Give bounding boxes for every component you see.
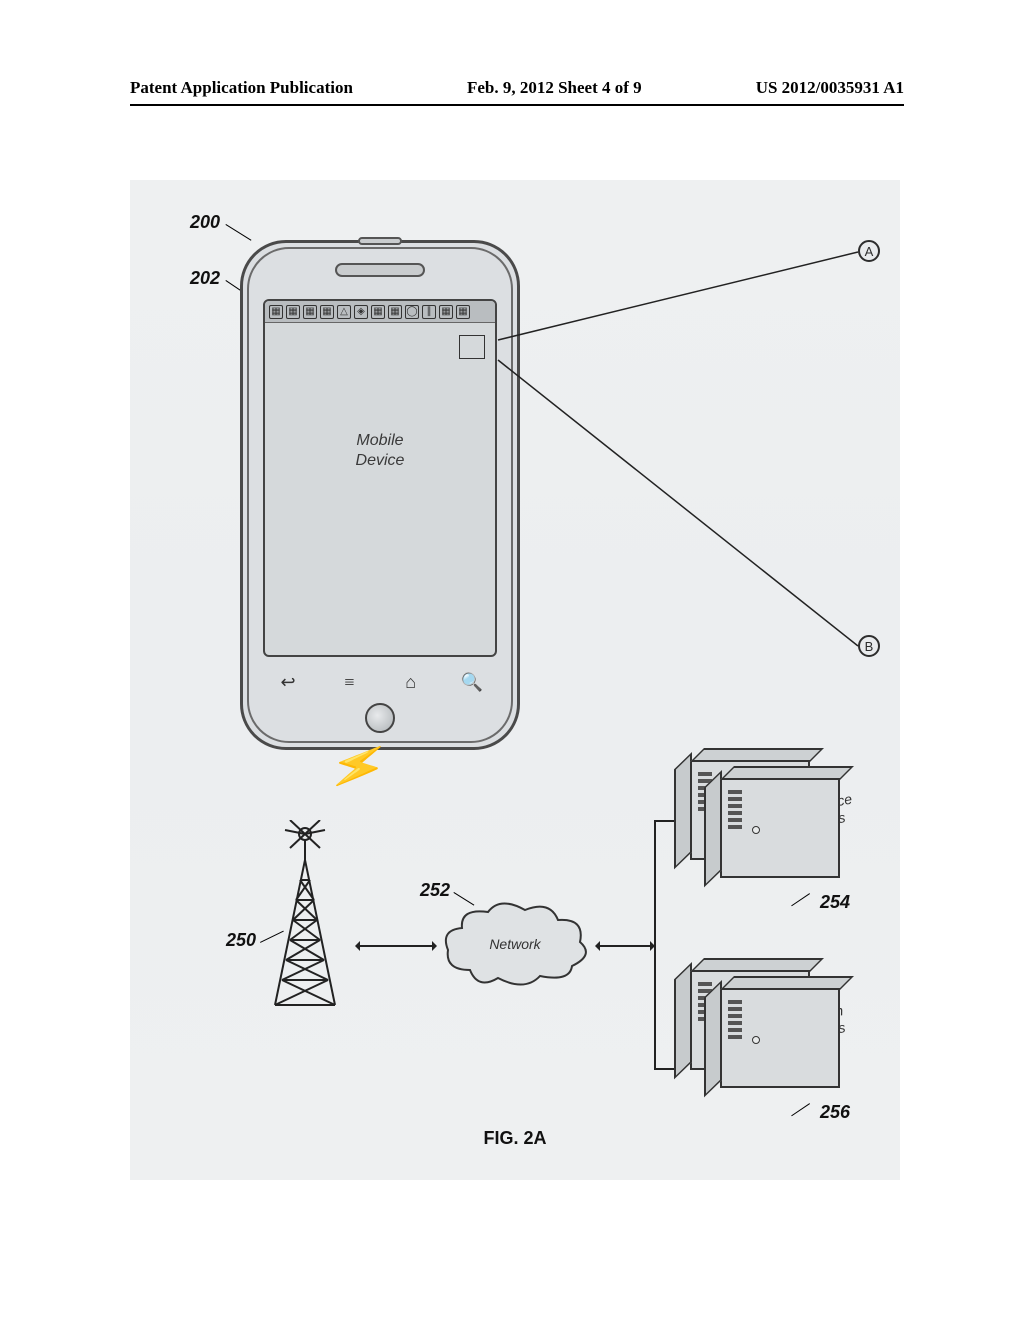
status-icon: ▦	[388, 305, 402, 319]
arrow-network-servers	[596, 945, 654, 947]
earpiece-icon	[335, 263, 425, 277]
connector-vertical	[654, 820, 656, 1070]
server-group-information: Information Server Sys	[670, 970, 880, 1090]
status-icon: ◈	[354, 305, 368, 319]
ref-200: 200	[190, 212, 220, 233]
home-icon: ⌂	[396, 672, 426, 693]
screen-label-line1: Mobile	[356, 432, 403, 449]
ref-252: 252	[420, 880, 450, 901]
status-icon: ▦	[269, 305, 283, 319]
server-box-icon	[720, 778, 840, 878]
status-icon: ▦	[456, 305, 470, 319]
leader-256	[791, 1103, 810, 1116]
header-left: Patent Application Publication	[130, 78, 353, 98]
network-cloud-icon: Network	[440, 900, 590, 990]
ref-202: 202	[190, 268, 220, 289]
network-label: Network	[440, 936, 590, 952]
ref-256: 256	[820, 1102, 850, 1123]
softkey-row: ↩ ≡ ⌂ 🔍	[273, 672, 487, 693]
back-icon: ↩	[273, 672, 303, 693]
figure-caption: FIG. 2A	[130, 1128, 900, 1149]
server-group-mobile-device: Mobile Device Server Sys	[670, 760, 880, 880]
home-button-icon	[365, 703, 395, 733]
search-icon: 🔍	[457, 672, 487, 693]
antenna-tower-icon	[260, 820, 350, 1010]
mobile-device: ▦ ▦ ▦ ▦ △ ◈ ▦ ▦ ◯ ∥ ▦ ▦ Mobile Device	[240, 240, 520, 750]
status-icon: ◯	[405, 305, 419, 319]
status-icon: ▦	[371, 305, 385, 319]
screen-label: Mobile Device	[265, 431, 495, 471]
leader-254	[791, 893, 810, 906]
marker-a: A	[858, 240, 880, 262]
status-icon: ▦	[286, 305, 300, 319]
header-right: US 2012/0035931 A1	[756, 78, 904, 98]
status-icon: ▦	[320, 305, 334, 319]
phone-screen: ▦ ▦ ▦ ▦ △ ◈ ▦ ▦ ◯ ∥ ▦ ▦ Mobile Device	[263, 299, 497, 657]
server-box-icon	[720, 988, 840, 1088]
page-header: Patent Application Publication Feb. 9, 2…	[130, 78, 904, 106]
arrow-tower-network	[356, 945, 436, 947]
figure-area: 200 202 ▦ ▦ ▦ ▦ △ ◈ ▦ ▦ ◯ ∥	[130, 180, 900, 1180]
screen-label-line2: Device	[356, 452, 405, 469]
menu-icon: ≡	[334, 672, 364, 693]
status-icon: △	[337, 305, 351, 319]
patent-page: Patent Application Publication Feb. 9, 2…	[0, 0, 1024, 1320]
ref-250: 250	[226, 930, 256, 951]
status-icon: ▦	[439, 305, 453, 319]
status-icon: ▦	[303, 305, 317, 319]
status-icon: ∥	[422, 305, 436, 319]
header-center: Feb. 9, 2012 Sheet 4 of 9	[467, 78, 642, 98]
leader-200	[225, 224, 251, 241]
status-bar: ▦ ▦ ▦ ▦ △ ◈ ▦ ▦ ◯ ∥ ▦ ▦	[265, 301, 495, 323]
marker-b: B	[858, 635, 880, 657]
power-button-icon	[358, 237, 402, 245]
callout-region	[459, 335, 485, 359]
ref-254: 254	[820, 892, 850, 913]
